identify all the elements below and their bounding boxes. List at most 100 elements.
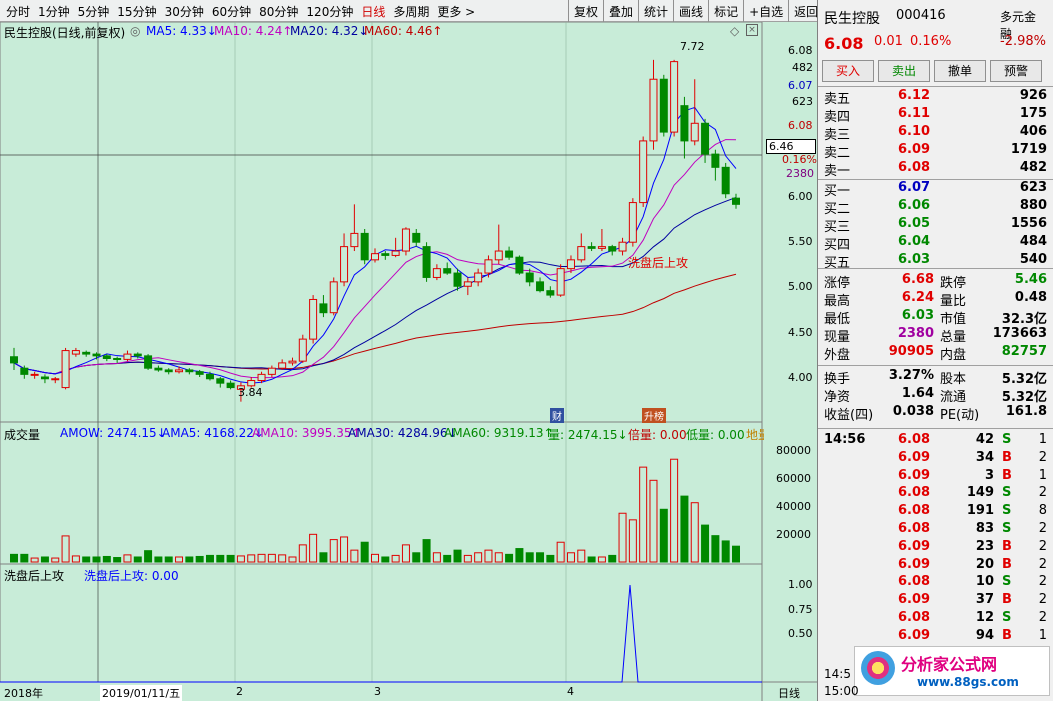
volume-bar — [247, 554, 256, 563]
sell-button[interactable]: 卖出 — [878, 60, 930, 82]
vol-axis-label: 60000 — [776, 472, 811, 485]
axis-label: 482 — [792, 61, 813, 74]
period-tab[interactable]: 日线 — [357, 3, 389, 20]
volume-bar — [577, 549, 586, 563]
volume-bar — [566, 552, 575, 563]
ama60-label: AMA60: 9319.13↑ — [444, 426, 554, 440]
level-price: 6.10 — [898, 124, 931, 139]
level-price: 6.04 — [898, 234, 931, 249]
candle-body — [670, 61, 679, 133]
period-tab[interactable]: 15分钟 — [113, 3, 160, 20]
candle-body — [154, 367, 163, 371]
stat-row: 最高 6.24 量比 0.48 — [824, 290, 1047, 309]
axis-label: 6.08 — [788, 119, 813, 132]
liang-label: 量: 2474.15↓ — [548, 428, 628, 442]
kline-chart[interactable]: 民生控股(日线,前复权) ◎ MA5: 4.33↓ MA10: 4.24↑ MA… — [0, 22, 817, 701]
period-tab[interactable]: 60分钟 — [208, 3, 255, 20]
stat-label: 总量 — [940, 330, 967, 345]
volume-bar — [92, 556, 101, 563]
diamond-icon[interactable]: ◇ — [730, 24, 739, 38]
signal-annotation: 洗盘后上攻 — [628, 256, 689, 270]
volume-bar — [690, 502, 699, 563]
vol-axis-label: 80000 — [776, 444, 811, 457]
volume-title: 成交量 — [4, 428, 41, 442]
stat-label: 净资 — [824, 390, 851, 405]
volume-bar — [82, 556, 91, 563]
candle-body — [195, 371, 204, 375]
tick-price: 6.08 — [898, 610, 931, 625]
time-label: 14:5 — [824, 667, 851, 681]
candle-body — [350, 232, 359, 248]
close-icon[interactable]: × — [746, 24, 758, 36]
price-change-pct: 0.16% — [910, 34, 952, 49]
toolbar-button[interactable]: +自选 — [743, 0, 788, 22]
buy-button[interactable]: 买入 — [822, 60, 874, 82]
volume-bar — [30, 557, 39, 563]
settings-dot-icon[interactable]: ◎ — [130, 24, 140, 38]
shengbang-marker[interactable]: 升榜 — [642, 408, 666, 423]
candle-body — [618, 241, 627, 252]
level-label: 买三 — [824, 220, 851, 235]
level-volume: 406 — [1019, 124, 1047, 139]
tick-side: B — [1002, 449, 1012, 465]
main-chart-title: 民生控股(日线,前复权) — [4, 26, 126, 40]
toolbar-button[interactable]: 标记 — [708, 0, 743, 22]
order-book-row: 买二 6.06 880 — [824, 198, 1047, 217]
tick-count: 2 — [1038, 449, 1047, 465]
tick-price: 6.09 — [898, 592, 931, 608]
stat-label: 股本 — [940, 372, 967, 387]
volume-bar — [525, 552, 534, 563]
volume-bar — [453, 549, 462, 563]
tick-side: B — [1002, 556, 1012, 572]
period-tab[interactable]: 1分钟 — [34, 3, 74, 20]
price-frame — [0, 22, 763, 423]
tick-volume: 191 — [966, 503, 994, 519]
period-tab[interactable]: 120分钟 — [302, 3, 357, 20]
period-tabs: 分时 1分钟 5分钟 15分钟 30分钟 60分钟 80分钟 120分钟 日线 多周期 更多 > — [2, 3, 479, 20]
tick-price: 6.08 — [898, 503, 931, 519]
cancel-order-button[interactable]: 撤单 — [934, 60, 986, 82]
chart-canvas[interactable] — [0, 22, 817, 701]
toolbar-button[interactable]: 统计 — [638, 0, 673, 22]
divider — [818, 86, 1053, 87]
volume-bar — [61, 535, 70, 563]
stat-row: 换手 3.27% 股本 5.32亿 — [824, 368, 1047, 387]
volume-bar — [288, 556, 297, 563]
volume-bar — [732, 545, 740, 563]
period-tab[interactable]: 30分钟 — [161, 3, 208, 20]
axis-label: 5.50 — [788, 235, 813, 248]
candle-body — [649, 78, 658, 142]
tick-volume: 42 — [975, 432, 994, 447]
candle-body — [401, 228, 410, 252]
stat-value: 5.46 — [1014, 272, 1047, 287]
period-tab[interactable]: 5分钟 — [74, 3, 114, 20]
period-tab[interactable]: 分时 — [2, 3, 34, 20]
toolbar-button[interactable]: 复权 — [568, 0, 603, 22]
volume-bar — [216, 554, 225, 563]
tick-count: 1 — [1038, 467, 1047, 483]
candle-body — [628, 202, 637, 243]
finance-marker[interactable]: 财 — [550, 408, 564, 423]
candle-body — [566, 259, 575, 270]
period-tab[interactable]: 更多 > — [433, 3, 479, 20]
volume-bar — [185, 556, 194, 563]
tick-volume: 37 — [975, 592, 994, 608]
order-book-row: 买三 6.05 1556 — [824, 216, 1047, 235]
toolbar-button[interactable]: 画线 — [673, 0, 708, 22]
price-summary: 6.08 0.01 0.16% -2.98% — [824, 34, 1047, 53]
ma5-line — [13, 106, 737, 384]
alert-button[interactable]: 预警 — [990, 60, 1042, 82]
tick-volume: 3 — [984, 467, 994, 483]
candle-body — [319, 303, 328, 314]
period-tab[interactable]: 多周期 — [389, 3, 433, 20]
tick-row: 6.09 23 B 2 — [824, 539, 1047, 557]
ma60-line — [13, 273, 737, 375]
toolbar-button[interactable]: 叠加 — [603, 0, 638, 22]
volume-bar — [670, 458, 679, 563]
candle-body — [10, 356, 18, 364]
level-label: 卖四 — [824, 110, 851, 125]
time-label: 15:00 — [824, 684, 859, 698]
candle-body — [711, 153, 720, 168]
level-volume: 484 — [1019, 234, 1047, 249]
period-tab[interactable]: 80分钟 — [255, 3, 302, 20]
